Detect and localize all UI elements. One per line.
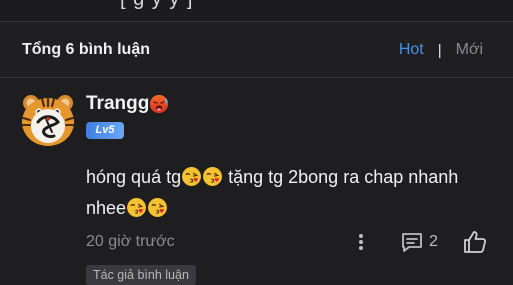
kiss-face-emoji xyxy=(181,166,202,187)
comment-body: hóng quá tg tặng tg 2bong ra chap nhanh … xyxy=(86,162,486,224)
author-badge: Tác giả bình luận xyxy=(86,265,196,285)
comment-text-part-1: hóng quá tg xyxy=(86,167,182,187)
username-row: Trangg xyxy=(86,93,169,115)
kiss-face-emoji xyxy=(202,166,223,187)
sort-new-tab[interactable]: Mới xyxy=(456,41,483,59)
username[interactable]: Trangg xyxy=(86,93,149,115)
hot-face-emoji xyxy=(149,94,169,114)
comment-item: Trangg Lv5 hóng quá tg tặng tg 2bong ra … xyxy=(0,79,513,285)
sort-separator: | xyxy=(437,41,442,59)
comment-header: Tổng 6 bình luận Hot | Mới xyxy=(0,23,513,78)
top-strip: [ g y y ] xyxy=(0,0,513,22)
comment-timestamp: 20 giờ trước xyxy=(86,233,175,250)
kiss-face-emoji xyxy=(147,197,168,218)
kiss-face-emoji xyxy=(126,197,147,218)
reply-icon xyxy=(400,230,424,254)
reply-count: 2 xyxy=(429,233,438,250)
comment-count: Tổng 6 bình luận xyxy=(22,41,150,58)
tiger-avatar-icon[interactable] xyxy=(20,92,76,148)
sort-group: Hot | Mới xyxy=(399,41,483,59)
thumbs-up-icon[interactable] xyxy=(462,229,488,255)
sort-hot-tab[interactable]: Hot xyxy=(399,41,424,59)
level-badge: Lv5 xyxy=(86,122,124,139)
reply-button[interactable]: 2 xyxy=(400,230,438,254)
more-vertical-icon[interactable] xyxy=(354,232,368,252)
top-strip-text: [ g y y ] xyxy=(120,0,193,11)
